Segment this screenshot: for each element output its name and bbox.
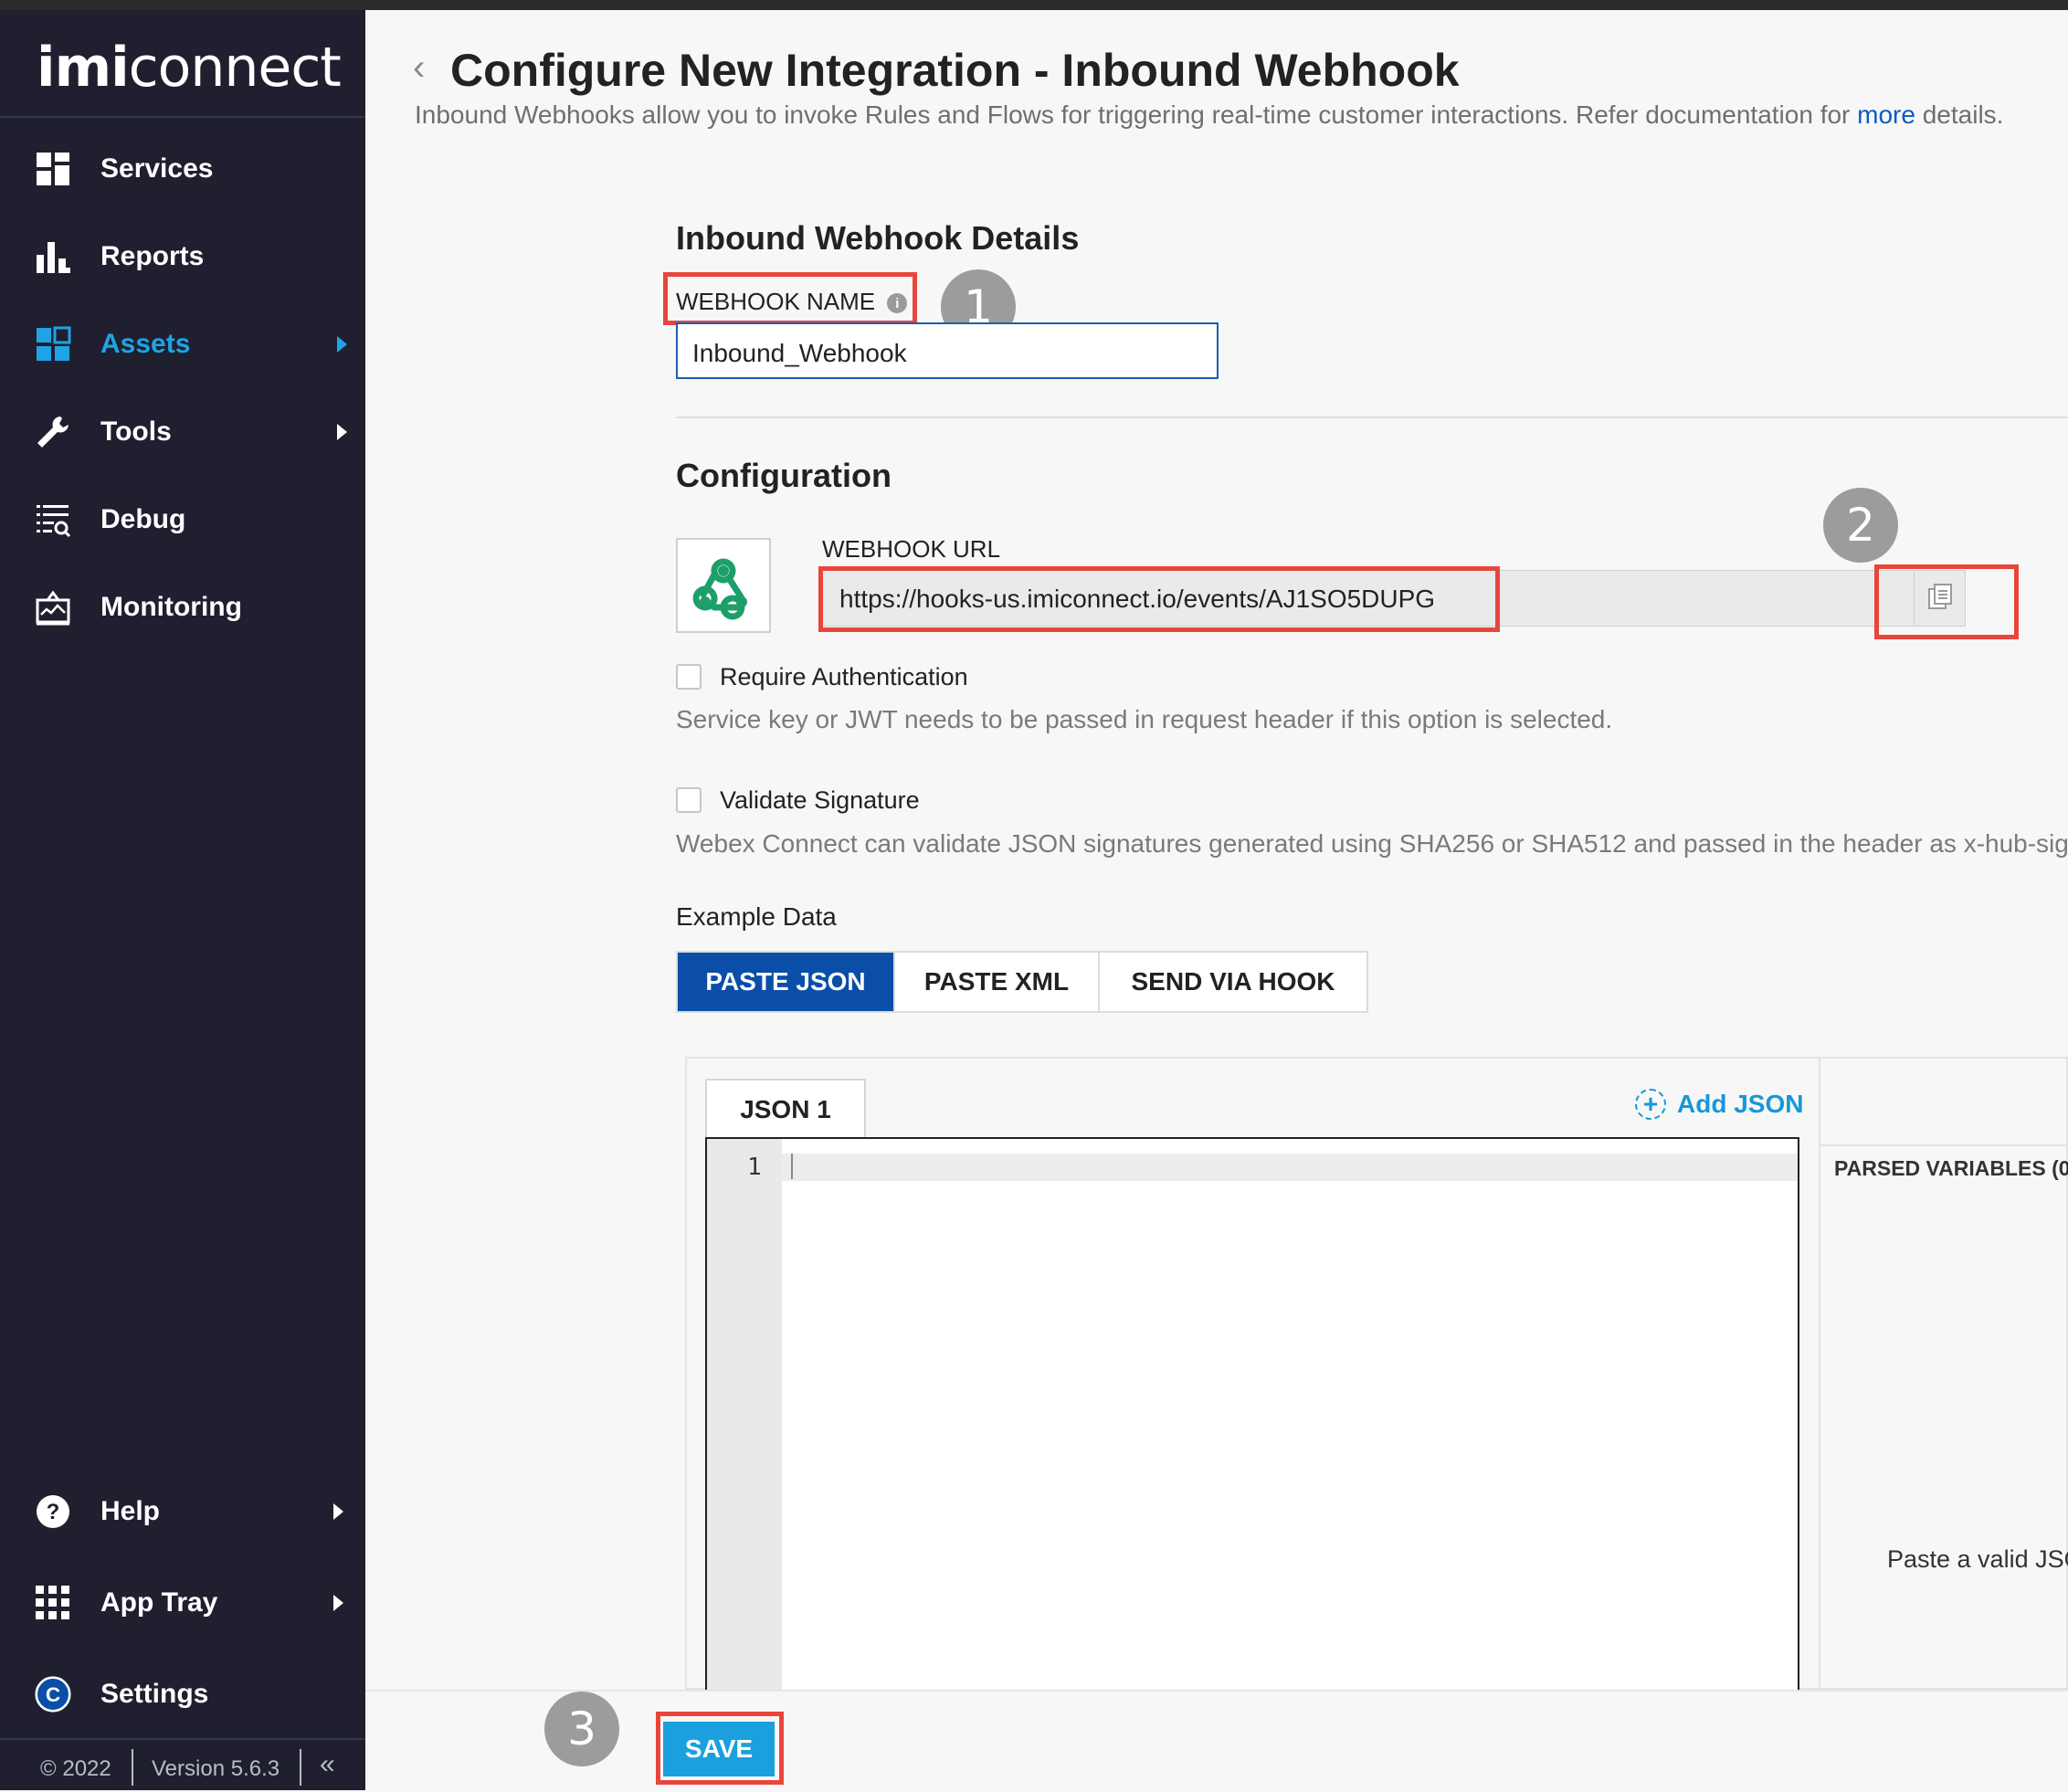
services-icon [35,151,71,187]
chevron-right-icon [333,1595,343,1611]
version-text: Version 5.6.3 [152,1756,280,1781]
app-grid-icon [35,1585,71,1621]
json-code-editor[interactable]: 1 [705,1137,1799,1690]
sidebar-item-reports[interactable]: Reports [0,220,365,293]
tab-send-via-hook[interactable]: SEND VIA HOOK [1100,953,1366,1011]
section-divider [676,416,2068,418]
sidebar-item-debug[interactable]: Debug [0,483,365,556]
sidebar-item-label: Help [100,1496,161,1526]
step-marker-3: 3 [544,1692,619,1766]
debug-icon [35,501,71,538]
page-title: Configure New Integration - Inbound Webh… [450,45,1460,96]
active-line [707,1154,1798,1181]
save-button[interactable]: SAVE [663,1722,775,1776]
svg-text:?: ? [47,1500,60,1524]
sidebar-item-tools[interactable]: Tools [0,395,365,469]
more-link[interactable]: more [1857,100,1915,129]
tab-paste-json[interactable]: PASTE JSON [678,953,895,1011]
help-icon: ? [35,1493,71,1530]
window-top-bar [0,0,2068,10]
sidebar-item-label: Reports [100,241,205,271]
back-chevron-icon[interactable]: ‹ [413,47,425,89]
line-number: 1 [747,1154,762,1181]
sidebar: imiconnect Services Reports Assets Tools… [0,10,365,1790]
info-icon[interactable]: i [887,293,908,314]
chevron-right-icon [333,1503,343,1520]
divider [300,1749,301,1786]
require-auth-label: Require Authentication [720,663,968,690]
sidebar-item-services[interactable]: Services [0,132,365,206]
page-subtitle: Inbound Webhooks allow you to invoke Rul… [415,100,2004,129]
sidebar-item-label: Settings [100,1679,209,1709]
sidebar-item-settings[interactable]: C Settings [0,1658,365,1731]
sidebar-item-assets[interactable]: Assets [0,308,365,381]
app-logo[interactable]: imiconnect [37,36,342,100]
plus-circle-icon: + [1635,1089,1666,1120]
validate-signature-checkbox[interactable] [676,787,702,813]
details-heading: Inbound Webhook Details [676,219,1080,257]
webhook-url-label: WEBHOOK URL [822,535,1001,563]
collapse-sidebar-icon[interactable]: « [320,1749,335,1780]
settings-avatar-icon: C [35,1676,71,1713]
sidebar-divider [0,116,365,118]
copy-icon [1927,583,1953,615]
sidebar-item-label: Debug [100,504,186,534]
sidebar-item-label: Assets [100,329,191,359]
validate-signature-label: Validate Signature [720,786,920,814]
divider [1820,1144,2068,1146]
parsed-variables-title: PARSED VARIABLES (0) [1834,1156,2068,1180]
action-bar [365,1690,2068,1792]
divider [132,1749,133,1786]
tab-paste-xml[interactable]: PASTE XML [895,953,1100,1011]
chevron-right-icon [337,336,347,353]
webhook-name-input[interactable]: Inbound_Webhook [676,322,1219,379]
example-data-label: Example Data [676,902,837,931]
add-json-button[interactable]: + Add JSON [1635,1089,1803,1120]
sidebar-footer: © 2022 Version 5.6.3 « [0,1738,365,1792]
chevron-right-icon [337,424,347,440]
validate-signature-help: Webex Connect can validate JSON signatur… [676,829,2068,858]
copy-url-button[interactable] [1914,572,1966,625]
assets-icon [35,326,71,363]
sidebar-item-label: App Tray [100,1587,218,1618]
sidebar-item-monitoring[interactable]: Monitoring [0,571,365,644]
tab-json-1[interactable]: JSON 1 [705,1079,866,1139]
divider [1819,1057,1820,1690]
sidebar-item-label: Services [100,153,214,184]
editor-gutter [707,1139,782,1690]
wrench-icon [35,414,71,450]
sidebar-item-help[interactable]: ? Help [0,1475,365,1548]
sidebar-item-label: Monitoring [100,592,242,622]
require-auth-checkbox[interactable] [676,664,702,690]
example-data-tabs: PASTE JSON PASTE XML SEND VIA HOOK [676,951,1368,1013]
webhook-url-field[interactable]: https://hooks-us.imiconnect.io/events/AJ… [822,570,1966,627]
bar-chart-icon [35,238,71,275]
sidebar-item-app-tray[interactable]: App Tray [0,1566,365,1639]
webhook-name-label: WEBHOOK NAME i [676,288,908,316]
step-marker-2: 2 [1823,488,1898,563]
monitoring-icon [35,589,71,626]
paste-json-hint: Paste a valid JSON [1887,1545,2068,1573]
webhook-logo-icon [676,538,771,633]
text-caret [791,1154,793,1179]
copyright-text: © 2022 [40,1756,111,1781]
svg-text:C: C [46,1683,60,1706]
sidebar-item-label: Tools [100,416,172,447]
require-auth-help: Service key or JWT needs to be passed in… [676,705,1613,733]
configuration-heading: Configuration [676,457,892,494]
